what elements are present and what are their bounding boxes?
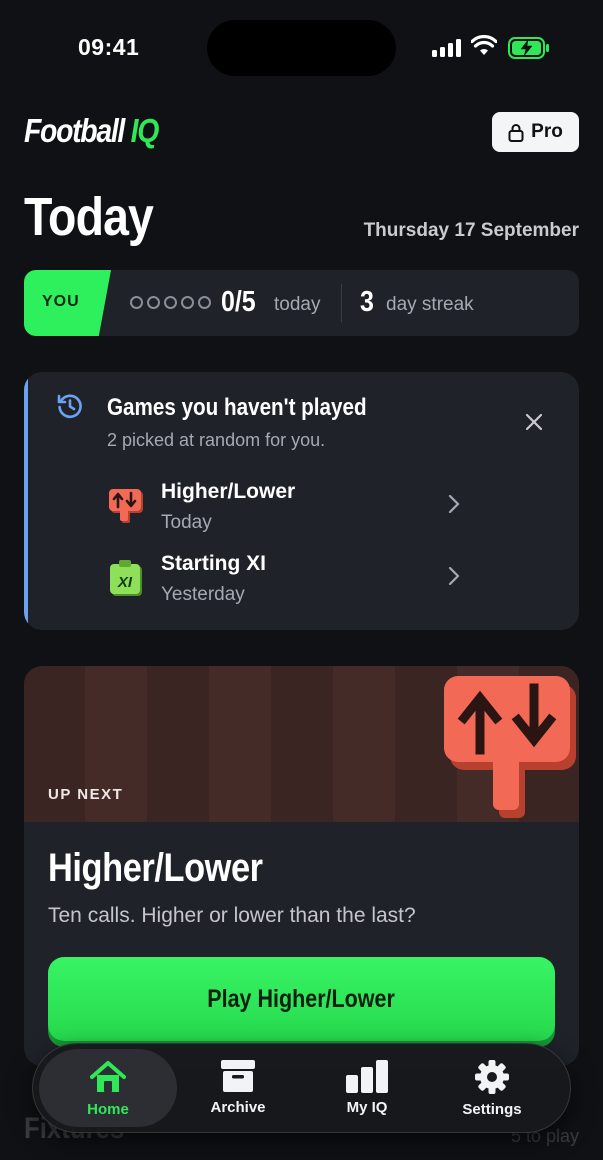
game-date: Today <box>161 512 212 533</box>
dynamic-island <box>207 20 396 76</box>
progress-dot <box>130 296 143 309</box>
tab-label: Settings <box>462 1101 522 1118</box>
wifi-icon <box>471 35 497 55</box>
missed-games-card: Games you haven't played 2 picked at ran… <box>24 372 579 630</box>
play-button[interactable]: Play Higher/Lower <box>48 957 555 1041</box>
progress-dot <box>147 296 160 309</box>
missed-games-title: Games you haven't played <box>107 394 367 421</box>
up-next-card[interactable]: UP NEXT Higher/Lower Ten calls. Higher o… <box>24 666 579 1066</box>
history-icon <box>57 394 82 419</box>
daily-progress-bar: YOU 0/5 today 3 day streak <box>24 270 579 336</box>
streak-label: day streak <box>386 294 474 315</box>
tab-settings[interactable]: Settings <box>423 1049 561 1127</box>
tab-label: Archive <box>210 1099 266 1116</box>
pro-label: Pro <box>531 121 563 142</box>
starting-xi-icon: XI <box>110 560 142 596</box>
pro-button[interactable]: Pro <box>492 112 579 152</box>
status-time: 09:41 <box>78 34 140 60</box>
close-icon <box>525 413 543 431</box>
svg-text:XI: XI <box>117 574 133 591</box>
lock-icon <box>508 123 524 142</box>
streak-count: 3 <box>360 286 374 318</box>
dismiss-button[interactable] <box>520 408 548 436</box>
chevron-right-icon <box>448 494 460 514</box>
card-accent-bar <box>24 372 28 630</box>
tab-label: Home <box>87 1101 129 1118</box>
progress-dot <box>181 296 194 309</box>
you-badge: YOU <box>24 270 111 336</box>
game-name: Starting XI <box>161 552 267 575</box>
logo-text: Football <box>24 112 125 149</box>
game-date: Yesterday <box>161 584 245 605</box>
tab-archive[interactable]: Archive <box>169 1049 307 1127</box>
progress-dot <box>164 296 177 309</box>
progress-dots <box>130 296 211 309</box>
game-name: Higher/Lower <box>161 480 296 503</box>
tab-home[interactable]: Home <box>39 1049 177 1127</box>
missed-game-higher-lower[interactable]: Higher/Lower Today <box>108 476 478 536</box>
higher-lower-icon <box>109 489 143 523</box>
bar-chart-icon <box>346 1060 388 1093</box>
home-icon <box>90 1061 126 1092</box>
play-button-label: Play Higher/Lower <box>207 984 396 1013</box>
progress-dot <box>198 296 211 309</box>
daily-score-label: today <box>274 294 321 315</box>
up-next-label: UP NEXT <box>48 786 124 803</box>
logo-accent: IQ <box>130 112 160 149</box>
page-title: Today <box>24 187 154 247</box>
battery-charging-icon <box>508 37 549 59</box>
cellular-signal-icon <box>432 38 461 57</box>
tab-my-iq[interactable]: My IQ <box>298 1049 436 1127</box>
up-next-banner: UP NEXT <box>24 666 579 822</box>
tab-label: My IQ <box>346 1099 388 1116</box>
status-bar: 09:41 <box>0 0 603 100</box>
chevron-right-icon <box>448 566 460 586</box>
higher-lower-icon <box>444 676 576 818</box>
missed-game-starting-xi[interactable]: XI Starting XI Yesterday <box>108 548 478 608</box>
today-date: Thursday 17 September <box>363 220 579 241</box>
bottom-tab-bar: Home Archive My IQ Settings <box>32 1043 571 1133</box>
daily-score: 0/5 <box>221 286 256 318</box>
app-logo: Football IQ <box>24 112 180 150</box>
divider <box>341 284 342 322</box>
gear-icon <box>475 1060 509 1094</box>
archive-icon <box>221 1060 255 1092</box>
missed-games-subtitle: 2 picked at random for you. <box>107 430 326 450</box>
up-next-title: Higher/Lower <box>48 846 263 890</box>
up-next-description: Ten calls. Higher or lower than the last… <box>48 904 416 927</box>
